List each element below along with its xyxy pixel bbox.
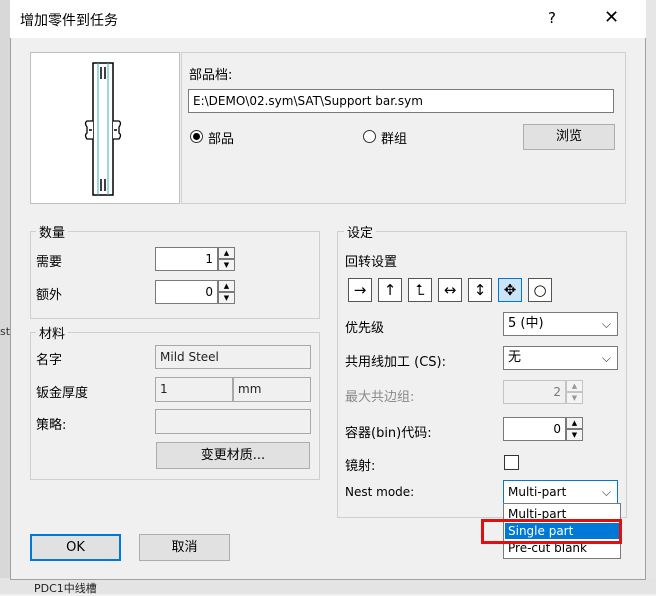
bin-code-input[interactable]: 0 xyxy=(503,417,566,441)
background-window-right xyxy=(646,0,656,594)
mirror-label: 镜射: xyxy=(345,459,376,474)
chevron-down-icon: ⌵ xyxy=(601,317,611,331)
bin-code-stepper[interactable]: 0 ▲ ▼ xyxy=(503,417,583,441)
quantity-group xyxy=(30,231,320,319)
nest-mode-label: Nest mode: xyxy=(345,485,415,499)
radio-part[interactable] xyxy=(190,130,203,143)
highlight-annotation-box xyxy=(481,519,622,544)
radio-part-label: 部品 xyxy=(208,132,235,147)
bin-code-down-icon[interactable]: ▼ xyxy=(566,429,583,441)
arrow-up-icon[interactable]: ↑ xyxy=(378,278,402,302)
priority-label: 优先级 xyxy=(345,321,385,336)
required-stepper[interactable]: 1 ▲ ▼ xyxy=(155,247,235,271)
extra-stepper[interactable]: 0 ▲ ▼ xyxy=(155,280,235,304)
extra-label: 额外 xyxy=(36,288,63,303)
thickness-unit-field: mm xyxy=(233,377,311,402)
extra-input[interactable]: 0 xyxy=(155,280,218,304)
ok-button[interactable]: OK xyxy=(30,534,121,561)
chevron-down-icon: ⌵ xyxy=(601,485,611,499)
extra-up-icon[interactable]: ▲ xyxy=(218,280,235,292)
radio-group[interactable] xyxy=(363,130,376,143)
circle-icon[interactable]: ○ xyxy=(528,278,552,302)
part-preview xyxy=(30,52,180,204)
required-up-icon[interactable]: ▲ xyxy=(218,247,235,259)
chevron-down-icon: ⌵ xyxy=(601,351,611,365)
support-bar-drawing-icon xyxy=(84,62,122,196)
dialog-title: 增加零件到任务 xyxy=(20,13,118,29)
nest-mode-value: Multi-part xyxy=(508,485,567,499)
thickness-field: 1 xyxy=(155,377,233,402)
priority-select[interactable]: 5 (中) ⌵ xyxy=(503,312,618,336)
bin-code-label: 容器(bin)代码: xyxy=(345,426,432,441)
max-common-edge-up-icon: ▲ xyxy=(566,380,583,392)
common-line-select[interactable]: 无 ⌵ xyxy=(503,346,618,370)
max-common-edge-down-icon: ▼ xyxy=(566,392,583,404)
extra-down-icon[interactable]: ▼ xyxy=(218,292,235,304)
max-common-edge-input: 2 xyxy=(503,380,566,404)
max-common-edge-label: 最大共边组: xyxy=(345,390,415,405)
cancel-button[interactable]: 取消 xyxy=(139,534,230,561)
required-down-icon[interactable]: ▼ xyxy=(218,259,235,271)
nest-mode-select[interactable]: Multi-part ⌵ xyxy=(503,480,618,504)
arrow-right-icon[interactable]: → xyxy=(348,278,372,302)
part-file-path-input[interactable]: E:\DEMO\02.sym\SAT\Support bar.sym xyxy=(188,89,614,113)
background-window-bottom xyxy=(0,578,656,594)
arrow-up-down-icon[interactable]: ↕ xyxy=(468,278,492,302)
arrows-four-way-icon[interactable]: ✥ xyxy=(498,278,522,302)
settings-group-title: 设定 xyxy=(344,222,377,241)
bin-code-up-icon[interactable]: ▲ xyxy=(566,417,583,429)
rotation-buttons: → ↑ ⮤ ↔ ↕ ✥ ○ xyxy=(348,278,558,304)
strategy-field xyxy=(155,409,311,434)
strategy-label: 策略: xyxy=(36,418,67,433)
material-name-field: Mild Steel xyxy=(155,345,311,369)
rotation-settings-label: 回转设置 xyxy=(345,255,398,270)
required-label: 需要 xyxy=(36,255,63,270)
required-input[interactable]: 1 xyxy=(155,247,218,271)
change-material-button[interactable]: 变更材质... xyxy=(156,442,310,469)
quantity-group-title: 数量 xyxy=(36,222,69,241)
mirror-checkbox[interactable] xyxy=(504,455,519,470)
close-button[interactable]: ✕ xyxy=(604,7,619,28)
arrow-left-right-icon[interactable]: ↔ xyxy=(438,278,462,302)
common-line-label: 共用线加工 (CS): xyxy=(345,355,446,370)
part-file-label: 部品档: xyxy=(189,68,233,83)
material-name-label: 名字 xyxy=(36,353,63,368)
background-left-text: st xyxy=(0,325,11,338)
help-button[interactable]: ? xyxy=(548,9,556,27)
settings-group xyxy=(337,231,627,518)
common-line-value: 无 xyxy=(508,350,522,365)
arrow-up-right-corner-icon[interactable]: ⮤ xyxy=(408,278,432,302)
max-common-edge-stepper: 2 ▲ ▼ xyxy=(503,380,583,404)
priority-value: 5 (中) xyxy=(508,316,544,331)
browse-button[interactable]: 浏览 xyxy=(523,124,615,150)
radio-group-label: 群组 xyxy=(381,132,408,147)
background-window-left xyxy=(0,0,10,594)
thickness-label: 钣金厚度 xyxy=(36,386,89,401)
material-group-title: 材料 xyxy=(36,323,69,342)
